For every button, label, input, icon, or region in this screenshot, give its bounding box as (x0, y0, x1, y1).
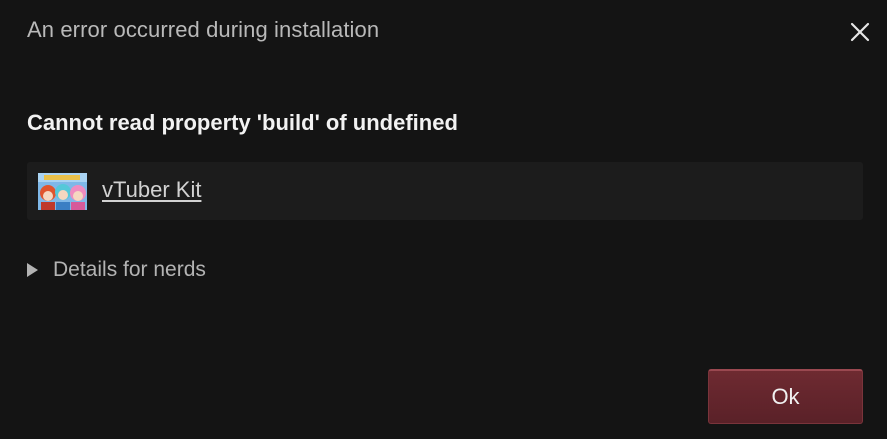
error-message: Cannot read property 'build' of undefine… (27, 110, 458, 135)
triangle-right-icon (27, 263, 38, 277)
details-toggle[interactable]: Details for nerds (27, 258, 206, 282)
game-link[interactable]: vTuber Kit (102, 177, 201, 203)
game-row: vTuber Kit (27, 162, 863, 220)
close-icon[interactable] (849, 21, 871, 43)
details-label: Details for nerds (53, 258, 206, 281)
game-thumbnail[interactable] (38, 173, 87, 210)
dialog-title: An error occurred during installation (27, 17, 380, 42)
ok-button[interactable]: Ok (708, 369, 863, 424)
error-dialog: An error occurred during installation Ca… (0, 0, 887, 439)
